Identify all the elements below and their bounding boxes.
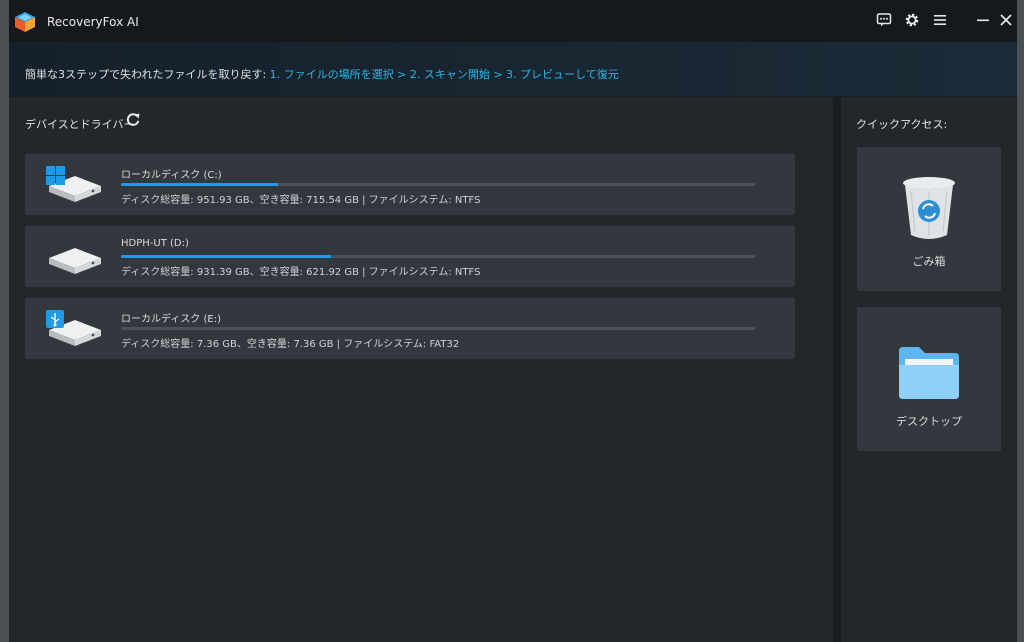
quick-access-recycle-bin[interactable]: ごみ箱 (857, 147, 1001, 291)
drive-info: ディスク総容量: 931.39 GB、空き容量: 621.92 GB | ファイ… (121, 267, 481, 278)
hard-drive-icon (49, 248, 101, 274)
app-title: RecoveryFox AI (47, 15, 139, 29)
drive-name: ローカルディスク (C:) (121, 170, 222, 181)
drive-usage-fill (121, 183, 279, 186)
minimize-icon (977, 19, 989, 22)
drive-card-c[interactable]: ローカルディスク (C:) ディスク総容量: 951.93 GB、空き容量: 7… (25, 154, 795, 215)
drive-info: ディスク総容量: 951.93 GB、空き容量: 715.54 GB | ファイ… (121, 195, 481, 206)
recycle-bin-icon (903, 177, 955, 239)
drive-name: ローカルディスク (E:) (121, 314, 221, 325)
drive-usage-bar (121, 255, 755, 258)
close-button[interactable] (995, 9, 1017, 31)
quick-access-panel: クイックアクセス: ごみ箱 デスクトップ (841, 97, 1017, 642)
hamburger-menu-icon (934, 15, 946, 25)
settings-button[interactable] (901, 9, 923, 31)
menu-button[interactable] (929, 9, 951, 31)
refresh-icon[interactable] (124, 111, 142, 129)
drive-usage-bar (121, 183, 755, 186)
drive-card-e[interactable]: ローカルディスク (E:) ディスク総容量: 7.36 GB、空き容量: 7.3… (25, 298, 795, 359)
close-icon (1000, 14, 1012, 26)
drive-card-d[interactable]: HDPH-UT (D:) ディスク総容量: 931.39 GB、空き容量: 62… (25, 226, 795, 287)
feedback-button[interactable] (873, 9, 895, 31)
devices-title: デバイスとドライバー (25, 118, 135, 131)
drive-name: HDPH-UT (D:) (121, 238, 189, 249)
title-bar: RecoveryFox AI (9, 0, 1017, 42)
devices-panel: デバイスとドライバー ローカルディスク (C:) ディスク総容量: 951.93… (9, 97, 833, 642)
app-window: RecoveryFox AI 簡単な3ステップで失われたファイルを取り戻す: 1… (9, 0, 1017, 642)
banner-text: 簡単な3ステップで失われたファイルを取り戻す: 1. ファイルの場所を選択 > … (25, 66, 619, 82)
quick-access-label: デスクトップ (896, 415, 962, 428)
banner-lead: 簡単な3ステップで失われたファイルを取り戻す: (25, 68, 270, 81)
drive-info: ディスク総容量: 7.36 GB、空き容量: 7.36 GB | ファイルシステ… (121, 339, 460, 350)
app-logo-icon (15, 12, 35, 32)
folder-icon (899, 347, 959, 399)
quick-access-desktop[interactable]: デスクトップ (857, 307, 1001, 451)
quick-access-label: ごみ箱 (912, 255, 946, 268)
windows-drive-icon (46, 166, 101, 202)
steps-banner: 簡単な3ステップで失われたファイルを取り戻す: 1. ファイルの場所を選択 > … (9, 42, 1017, 96)
drive-usage-bar (121, 327, 755, 330)
drive-usage-fill (121, 255, 332, 258)
chat-icon (876, 13, 892, 27)
quick-access-title: クイックアクセス: (856, 118, 948, 131)
usb-drive-icon (46, 310, 101, 346)
minimize-button[interactable] (972, 9, 994, 31)
gear-icon (905, 13, 919, 27)
banner-steps: 1. ファイルの場所を選択 > 2. スキャン開始 > 3. プレビューして復元 (269, 68, 619, 81)
